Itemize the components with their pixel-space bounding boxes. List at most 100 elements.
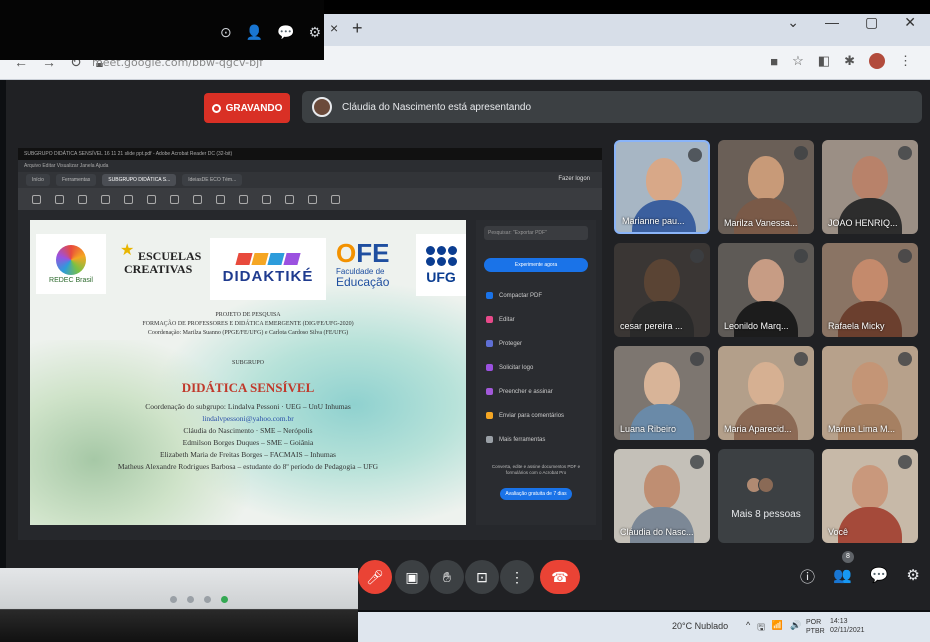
chat-icon[interactable]: 💬 (870, 566, 889, 587)
photo-inset-bottom (0, 568, 358, 642)
camera-icon[interactable]: ■ (770, 54, 778, 69)
participant-tile[interactable]: Cláudia do Nasc... (614, 449, 710, 543)
compress-icon (486, 292, 493, 299)
try-now-button: Experimente agora (484, 258, 588, 272)
pdf-line-claudia: Cláudia do Nascimento · SME – Nerópolis (183, 426, 313, 435)
page-down-icon (124, 194, 133, 204)
profile-avatar[interactable] (869, 53, 885, 69)
pdf-title: DIDÁTICA SENSÍVEL (181, 380, 315, 395)
participant-tile[interactable]: Rafaela Micky (822, 243, 918, 337)
participant-name: Marina Lima M... (828, 424, 896, 434)
volume-icon[interactable]: 🔊 (790, 620, 801, 636)
tool-label: Preencher e assinar (499, 388, 553, 395)
participant-tile[interactable]: Marina Lima M... (822, 346, 918, 440)
extension-icon[interactable]: ◧ (818, 53, 830, 69)
present-screen-button[interactable]: ⊡ (465, 560, 499, 594)
tool-more: Mais ferramentas (486, 436, 545, 443)
participant-tile[interactable]: Marianne pau... (614, 140, 710, 234)
more-avatars (746, 477, 774, 493)
participant-body (630, 507, 694, 543)
tray-expand-icon[interactable]: ^ (746, 620, 750, 636)
participant-body (838, 301, 902, 337)
participant-body (734, 301, 798, 337)
puzzle-icon[interactable]: ✱ (844, 53, 855, 69)
mic-muted-icon (690, 455, 704, 469)
leave-call-button[interactable]: ☎︎ (540, 560, 580, 594)
participant-face (748, 259, 784, 303)
language-indicator[interactable]: POR PTBR (806, 618, 825, 636)
presenter-avatar (312, 97, 332, 117)
tool-label: Mais ferramentas (499, 436, 546, 443)
fe-wordmark: OFE (336, 239, 389, 267)
close-window-button[interactable]: ✕ (904, 14, 916, 31)
participant-tile[interactable]: Luana Ribeiro (614, 346, 710, 440)
people-icon[interactable]: 👥 (833, 566, 852, 587)
new-tab-button[interactable]: + (352, 18, 363, 39)
participant-tile[interactable]: Você (822, 449, 918, 543)
maximize-button[interactable]: ▢ (865, 14, 878, 31)
more-people-tile[interactable]: Mais 8 pessoas (718, 449, 814, 543)
escuelas-line2: CREATIVAS (124, 262, 193, 276)
clock-date: 02/11/2021 (830, 627, 865, 634)
participant-face (644, 259, 680, 303)
menu-kebab-icon[interactable]: ⋮ (899, 53, 912, 69)
participant-name: JOAO HENRIQ... (828, 218, 898, 228)
fe-f: F (356, 238, 373, 268)
star-icon: ★ (120, 242, 135, 259)
activities-icon[interactable]: ⚙ (906, 566, 919, 587)
pdf-line-project: PROJETO DE PESQUISA (215, 312, 281, 318)
participant-tile[interactable]: Maria Aparecid... (718, 346, 814, 440)
highlight-icon (262, 194, 271, 204)
mic-off-button[interactable]: 🎤︎ (358, 560, 392, 594)
network-drive-icon[interactable]: 🖫 (757, 620, 765, 636)
more-options-button[interactable]: ⋮ (500, 560, 534, 594)
tool-label: Proteger (499, 340, 523, 347)
pdf-line-elizabeth: Elizabeth Maria de Freitas Borges – FACM… (160, 450, 336, 459)
participant-name: Luana Ribeiro (620, 424, 677, 434)
participant-face (748, 156, 784, 200)
minimize-button[interactable]: — (825, 14, 839, 31)
participant-tile[interactable]: cesar pereira ... (614, 243, 710, 337)
pdf-line-matheus: Matheus Alexandre Rodrigues Barbosa – es… (117, 462, 379, 471)
pdf-page: REDEC Brasil ★ ESCUELAS CREATIVAS DIDAKT… (30, 220, 466, 525)
clock-time: 14:13 (830, 618, 848, 625)
participant-body (630, 301, 694, 337)
participant-tile[interactable]: JOAO HENRIQ... (822, 140, 918, 234)
weather-widget[interactable]: 20°C Nublado (672, 621, 728, 631)
tab-close-button[interactable]: × (330, 20, 338, 36)
tool-label: Compactar PDF (499, 292, 543, 299)
acrobat-tabs: Início Ferramentas SUBGRUPO DIDÁTICA S..… (18, 172, 602, 188)
escuelas-creativas-logo: ★ ESCUELAS CREATIVAS (116, 234, 204, 292)
page-up-icon (101, 194, 110, 204)
acrobat-tab-document-2: IdeiasDE ECO Tém... (182, 174, 243, 186)
acrobat-title-bar: SUBGRUPO DIDÁTICA SENSÍVEL 16 11 21 slid… (18, 148, 602, 160)
didaktike-mark-icon (235, 253, 301, 265)
share-icon (331, 194, 340, 204)
pdf-line-coord: Coordenação: Marilza Suanno (PPGE/FE/UFG… (147, 330, 349, 336)
tab-search-icon[interactable]: ⌄ (787, 14, 799, 31)
mic-muted-icon (794, 249, 808, 263)
pdf-line-email: lindalvpessoni@yahoo.com.br (202, 414, 294, 423)
participant-name: Maria Aparecid... (724, 424, 792, 434)
participant-name: Cláudia do Nasc... (620, 527, 694, 537)
participant-tile[interactable]: Marilza Vanessa... (718, 140, 814, 234)
camera-button[interactable]: ▣ (395, 560, 429, 594)
recording-indicator[interactable]: GRAVANDO (204, 93, 290, 123)
pdf-line-formacao: FORMAÇÃO DE PROFESSORES E DIDÁTICA EMERG… (142, 321, 354, 327)
present-icon: ⊡ (476, 568, 488, 585)
participant-body (838, 507, 902, 543)
raise-hand-button[interactable]: ✋︎ (430, 560, 464, 594)
participant-tile[interactable]: Leonildo Marq... (718, 243, 814, 337)
wifi-icon[interactable]: 📶 (772, 620, 783, 636)
bookmark-star-icon[interactable]: ☆ (792, 53, 804, 69)
acrobat-tools-panel: Pesquisar: "Exportar PDF" Experimente ag… (476, 220, 596, 525)
tool-label: Solicitar logo (499, 364, 534, 371)
comment-icon (239, 194, 248, 204)
tool-send-comments: Enviar para comentários (486, 412, 564, 419)
taskbar-clock[interactable]: 14:13 02/11/2021 (830, 617, 865, 635)
participant-face (852, 465, 888, 509)
participant-face (852, 156, 888, 200)
fe-edu: Educação (336, 275, 390, 289)
fe-o: O (336, 238, 357, 268)
info-icon[interactable]: ⓘ (800, 566, 815, 587)
